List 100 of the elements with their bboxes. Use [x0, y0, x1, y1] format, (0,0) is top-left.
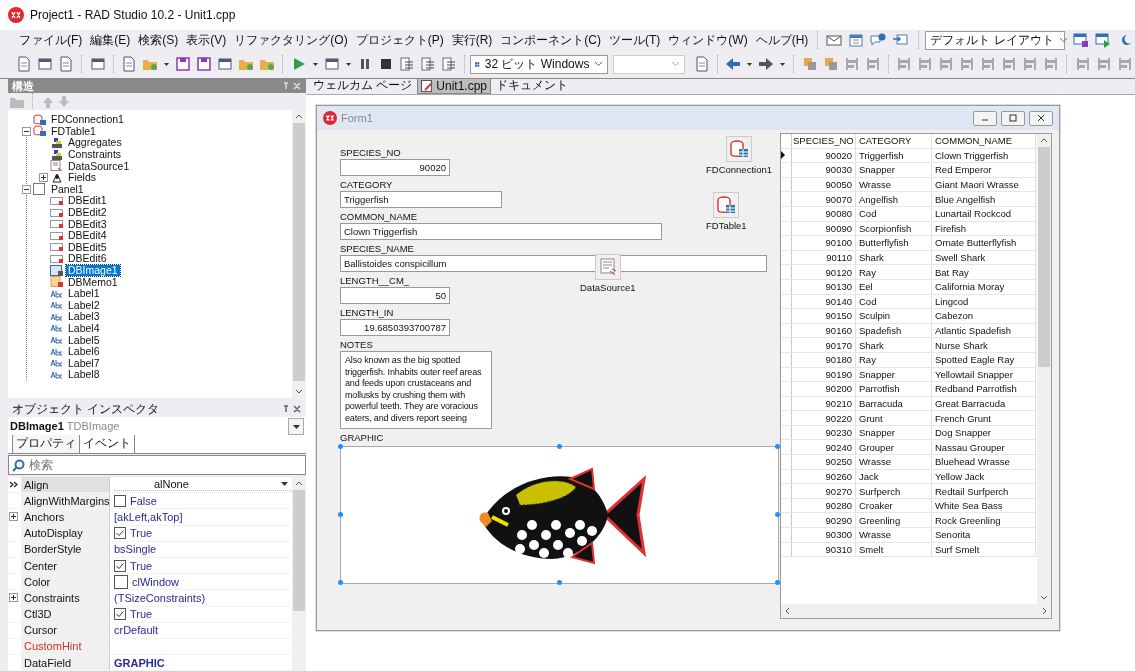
tree-item[interactable]: Label5	[66, 334, 102, 346]
tree-item[interactable]: Label1	[66, 288, 102, 300]
column-header[interactable]: SPECIES_NO	[792, 134, 856, 148]
image-box[interactable]	[340, 445, 779, 584]
checkbox[interactable]	[114, 608, 126, 621]
datasource-icon[interactable]	[594, 254, 621, 280]
property-value[interactable]: (TSizeConstraints)	[114, 591, 206, 604]
tree-item[interactable]: DBEdit5	[66, 241, 109, 253]
document-tab[interactable]: Unit1.cpp	[417, 78, 492, 94]
scrollbar[interactable]	[1037, 134, 1051, 604]
document-tab[interactable]: ウェルカム ページ	[310, 77, 416, 94]
scroll-down-icon[interactable]	[295, 389, 303, 395]
tab[interactable]: イベント	[80, 434, 135, 453]
tree-item[interactable]: DataSource1	[66, 160, 132, 172]
selection-handle[interactable]	[775, 579, 780, 585]
property-value[interactable]: bsSingle	[114, 543, 157, 556]
checkbox[interactable]	[114, 527, 126, 540]
tree-item[interactable]: FDTable1	[49, 125, 98, 137]
column-header[interactable]: COMMON_NAME	[932, 134, 1036, 148]
tree-item[interactable]: Label2	[66, 299, 102, 311]
menu-item[interactable]: 実行(R)	[448, 31, 496, 49]
selection-handle[interactable]	[338, 579, 343, 585]
search-field[interactable]: 検索	[8, 455, 306, 475]
platform-dropdown[interactable]: 32 ビット Windows	[470, 54, 609, 74]
menu-item[interactable]: ファイル(F)	[16, 31, 86, 49]
input-field[interactable]: Triggerfish	[340, 191, 502, 208]
collapse-toggle[interactable]	[22, 184, 31, 194]
selection-handle[interactable]	[556, 579, 562, 585]
tree-item[interactable]: Label4	[66, 323, 102, 334]
property-value[interactable]: GRAPHIC	[114, 656, 165, 669]
minimize-button[interactable]	[973, 110, 997, 126]
selection-handle[interactable]	[775, 511, 780, 517]
selection-handle[interactable]	[775, 443, 780, 449]
scroll-up-icon[interactable]	[295, 480, 303, 486]
menu-item[interactable]: ツール(T)	[606, 31, 664, 49]
tree-item[interactable]: Panel1	[49, 183, 86, 195]
property-name[interactable]: Color	[21, 574, 110, 590]
notes-memo[interactable]: Also known as the big spotted triggerfish. Inhabits outer reef areas and feeds upon crustaceans and mollusks by crushing them with powerful teeth. They are voracious eaters, and divers report seeing	[340, 351, 492, 429]
tree-item[interactable]: Aggregates	[66, 137, 124, 149]
tree-item[interactable]: Label8	[66, 369, 102, 381]
property-value[interactable]: clWindow	[132, 575, 180, 588]
tree-item[interactable]: Label3	[66, 311, 102, 323]
database-icon[interactable]	[713, 192, 740, 218]
property-value[interactable]: False	[130, 494, 157, 507]
tree-item[interactable]: DBEdit1	[66, 195, 109, 207]
expand-toggle[interactable]	[9, 512, 18, 522]
property-value[interactable]: True	[130, 559, 153, 572]
input-field[interactable]: 19.6850393700787	[340, 319, 450, 336]
scrollbar[interactable]	[292, 477, 306, 671]
component-selector[interactable]: DBImage1 TDBImage	[8, 417, 306, 435]
property-name[interactable]: AlignWithMargins	[21, 493, 110, 509]
property-name[interactable]: Align	[21, 477, 110, 493]
mail-icon[interactable]	[824, 32, 845, 48]
tree-item[interactable]: Constraints	[66, 149, 124, 161]
tree-item[interactable]: DBImage1	[66, 265, 120, 276]
scroll-left-icon[interactable]	[784, 607, 790, 615]
property-name[interactable]: Anchors	[21, 509, 110, 525]
tree-item[interactable]: Fields	[66, 172, 98, 184]
property-value[interactable]: True	[130, 608, 153, 621]
menu-item[interactable]: プロジェクト(P)	[352, 31, 447, 49]
tree-item[interactable]: Label7	[66, 357, 102, 369]
dropdown-button[interactable]	[288, 418, 304, 435]
tree-item[interactable]: DBEdit2	[66, 207, 109, 219]
scroll-up-icon[interactable]	[1040, 137, 1048, 143]
input-field[interactable]: Ballistoides conspicillum	[340, 255, 767, 272]
tree-item[interactable]: DBEdit6	[66, 253, 109, 265]
menu-item[interactable]: 表示(V)	[183, 31, 230, 49]
menu-item[interactable]: 検索(S)	[135, 31, 182, 49]
checkbox[interactable]	[114, 559, 126, 572]
menu-item[interactable]: コンポーネント(C)	[497, 31, 604, 49]
column-header[interactable]: CATEGORY	[856, 134, 932, 148]
input-field[interactable]: Clown Triggerfish	[340, 223, 662, 240]
import-icon[interactable]	[890, 32, 911, 48]
database-icon[interactable]	[726, 136, 752, 162]
expand-toggle[interactable]	[9, 593, 18, 603]
tree-item[interactable]: Label6	[66, 346, 102, 358]
layout-dropdown[interactable]: デフォルト レイアウト	[925, 30, 1066, 50]
scrollbar[interactable]	[781, 604, 1051, 618]
menu-item[interactable]: ヘルプ(H)	[752, 31, 812, 49]
selection-handle[interactable]	[338, 511, 343, 517]
scroll-up-icon[interactable]	[295, 113, 303, 119]
input-field[interactable]: 50	[340, 287, 450, 304]
selection-handle[interactable]	[338, 443, 343, 449]
tree-item[interactable]: DBEdit3	[66, 218, 109, 230]
menu-item[interactable]: 編集(E)	[87, 31, 134, 49]
property-value[interactable]: True	[130, 527, 153, 540]
tree-item[interactable]: DBMemo1	[66, 276, 120, 288]
property-value[interactable]: [akLeft,akTop]	[114, 510, 183, 523]
checkbox[interactable]	[114, 494, 126, 507]
property-name[interactable]: DataField	[21, 655, 110, 671]
menu-item[interactable]: ウィンドウ(W)	[665, 31, 751, 49]
scroll-down-icon[interactable]	[1040, 595, 1048, 601]
expand-toggle[interactable]	[39, 173, 48, 183]
property-name[interactable]: Constraints	[21, 590, 110, 606]
tree-item[interactable]: DBEdit4	[66, 230, 109, 242]
scroll-right-icon[interactable]	[1042, 607, 1048, 615]
dropdown-arrow-icon[interactable]	[281, 482, 288, 487]
property-value[interactable]: crDefault	[114, 624, 159, 637]
tree-item[interactable]: FDConnection1	[49, 114, 126, 126]
close-button[interactable]	[1029, 110, 1053, 126]
